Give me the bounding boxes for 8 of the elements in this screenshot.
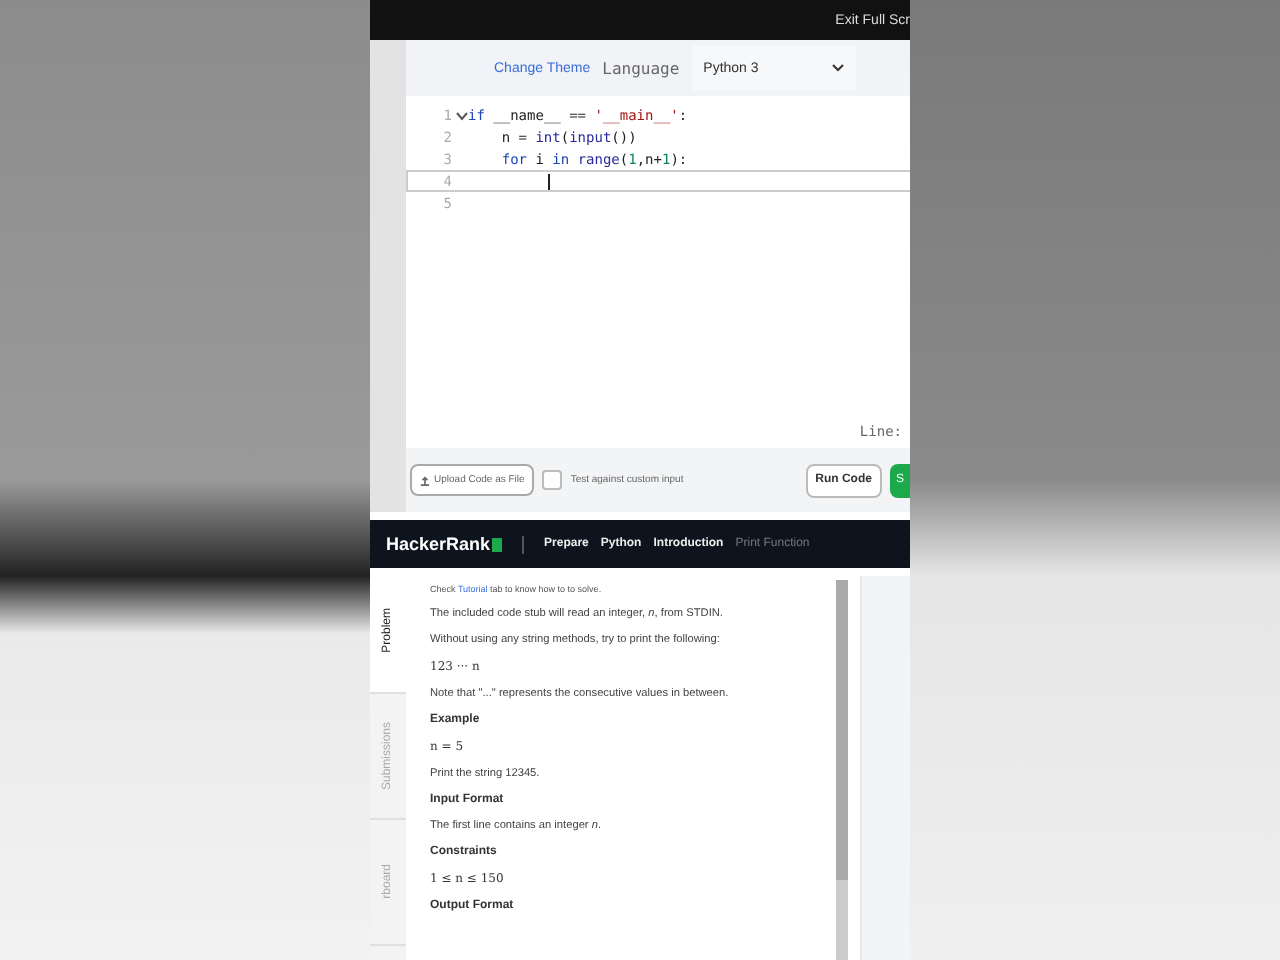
logo[interactable]: HackerRank bbox=[386, 534, 503, 554]
text-cursor bbox=[548, 173, 550, 189]
custom-input-checkbox[interactable] bbox=[542, 470, 563, 490]
scrollbar[interactable] bbox=[836, 580, 848, 960]
chevron-down-icon bbox=[831, 64, 844, 72]
fold-chevron-icon[interactable] bbox=[456, 109, 468, 121]
language-label: Language bbox=[602, 59, 680, 77]
upload-icon bbox=[420, 475, 430, 485]
